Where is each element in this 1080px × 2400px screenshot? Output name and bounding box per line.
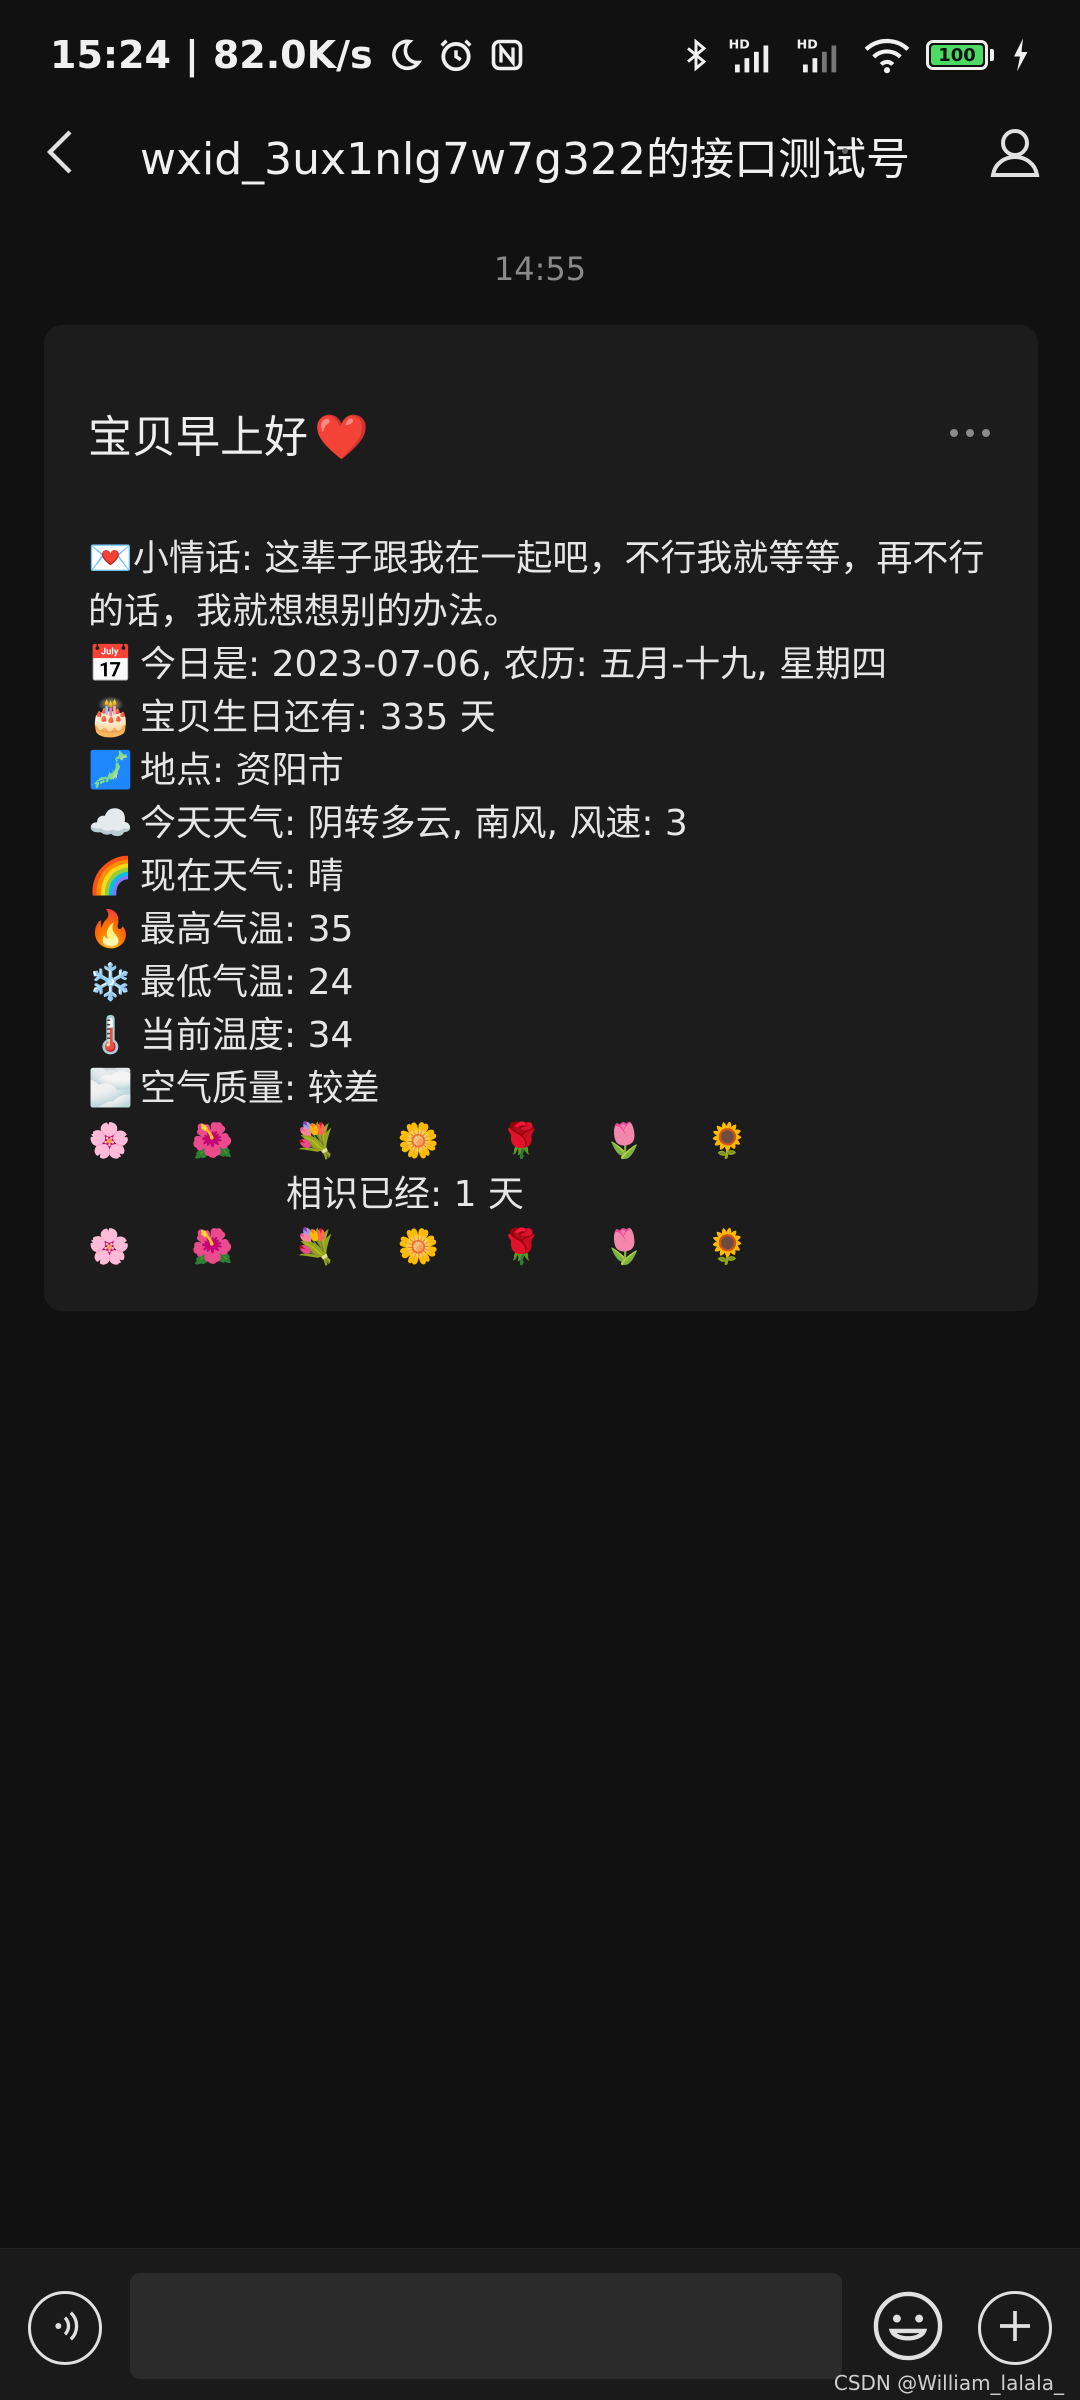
low-temp-line: ❄️ 最低气温: 24 <box>88 956 994 1009</box>
status-bar: 15:24 | 82.0K/s HD HD 100 <box>0 0 1080 110</box>
sunflower-emoji: 🌻 <box>706 1121 749 1161</box>
bouquet-emoji: 💐 <box>294 1227 337 1267</box>
card-body: 💌小情话: 这辈子跟我在一起吧，不行我就等等，再不行的话，我就想想别的办法。 📅… <box>88 532 994 1274</box>
more-options-button[interactable] <box>946 419 994 447</box>
map-emoji: 🗾 <box>88 750 133 791</box>
back-button[interactable] <box>30 124 90 184</box>
flower-row-top: 🌸 🌺 💐 🌼 🌹 🌷 🌻 <box>88 1115 994 1168</box>
snowflake-emoji: ❄️ <box>88 962 133 1003</box>
emoji-button[interactable] <box>871 2291 945 2365</box>
chat-screen: 15:24 | 82.0K/s HD HD 100 wxid_3ux1nlg7w… <box>0 0 1080 2400</box>
status-separator: | <box>184 33 199 77</box>
message-input[interactable] <box>130 2273 842 2379</box>
battery-icon: 100 <box>926 40 994 70</box>
bluetooth-icon <box>680 36 712 74</box>
cloud-emoji: ☁️ <box>88 803 133 844</box>
low-temp-text: 最低气温: 24 <box>140 962 354 1003</box>
chat-title: wxid_3ux1nlg7w7g322的接口测试号 <box>139 134 911 185</box>
fog-emoji: 🌫️ <box>88 1068 133 1109</box>
cake-emoji: 🎂 <box>88 697 133 738</box>
card-title-row: 宝贝早上好 ❤️ <box>88 400 994 465</box>
blossom-emoji: 🌼 <box>397 1121 440 1161</box>
signal-hd-icon: HD <box>796 36 848 74</box>
more-dots-icon <box>950 428 958 437</box>
card-title: 宝贝早上好 ❤️ <box>88 401 369 465</box>
charging-icon <box>1010 37 1030 73</box>
battery-level: 100 <box>931 45 983 66</box>
high-temp-line: 🔥 最高气温: 35 <box>88 903 994 956</box>
weather-now-text: 现在天气: 晴 <box>140 856 344 897</box>
location-text: 地点: 资阳市 <box>140 750 344 791</box>
message-timestamp: 14:55 <box>493 250 587 288</box>
alarm-icon <box>437 36 475 74</box>
watermark: CSDN @William_lalala_ <box>833 2371 1064 2395</box>
plus-icon <box>995 2306 1035 2350</box>
heart-emoji: ❤️ <box>314 411 369 463</box>
person-icon <box>987 123 1043 183</box>
tulip-emoji: 🌷 <box>603 1227 646 1267</box>
blossom-emoji: 🌼 <box>397 1227 440 1267</box>
love-words-text: 小情话: 这辈子跟我在一起吧，不行我就等等，再不行的话，我就想想别的办法。 <box>88 538 985 632</box>
sunflower-emoji: 🌻 <box>706 1227 749 1267</box>
weather-now-line: 🌈 现在天气: 晴 <box>88 850 994 903</box>
hibiscus-emoji: 🌺 <box>191 1227 234 1267</box>
voice-icon <box>45 2306 85 2350</box>
birthday-text: 宝贝生日还有: 335 天 <box>140 697 496 738</box>
input-bar: CSDN @William_lalala_ <box>0 2248 1080 2400</box>
tulip-emoji: 🌷 <box>603 1121 646 1161</box>
chevron-left-icon <box>43 127 77 181</box>
air-quality-line: 🌫️ 空气质量: 较差 <box>88 1062 994 1115</box>
cherry-blossom-emoji: 🌸 <box>88 1121 131 1161</box>
weather-today-text: 今天天气: 阴转多云, 南风, 风速: 3 <box>140 803 688 844</box>
current-temp-line: 🌡️ 当前温度: 34 <box>88 1009 994 1062</box>
profile-button[interactable] <box>980 118 1050 188</box>
svg-text:HD: HD <box>729 37 750 52</box>
birthday-line: 🎂 宝贝生日还有: 335 天 <box>88 691 994 744</box>
status-left: 15:24 | 82.0K/s <box>50 33 525 77</box>
air-quality-text: 空气质量: 较差 <box>140 1068 380 1109</box>
signal-hd-icon: HD <box>728 36 780 74</box>
emoji-icon <box>871 2289 945 2367</box>
current-temp-text: 当前温度: 34 <box>140 1015 354 1056</box>
rainbow-emoji: 🌈 <box>88 856 133 897</box>
together-days-text: 相识已经: 1 天 <box>286 1174 524 1215</box>
envelope-emoji: 💌 <box>88 538 133 579</box>
flower-row-bottom: 🌸 🌺 💐 🌼 🌹 🌷 🌻 <box>88 1221 994 1274</box>
wifi-icon <box>864 36 910 74</box>
template-message-card[interactable]: 宝贝早上好 ❤️ 💌小情话: 这辈子跟我在一起吧，不行我就等等，再不行的话，我就想… <box>44 325 1038 1311</box>
more-functions-button[interactable] <box>978 2291 1052 2365</box>
moon-icon <box>387 37 423 73</box>
date-line: 📅 今日是: 2023-07-06, 农历: 五月-十九, 星期四 <box>88 638 994 691</box>
hibiscus-emoji: 🌺 <box>191 1121 234 1161</box>
svg-text:HD: HD <box>797 37 818 52</box>
status-right: HD HD 100 <box>680 36 1030 74</box>
love-words-line: 💌小情话: 这辈子跟我在一起吧，不行我就等等，再不行的话，我就想想别的办法。 <box>88 532 994 638</box>
chat-header: wxid_3ux1nlg7w7g322的接口测试号 <box>0 110 1080 200</box>
weather-today-line: ☁️ 今天天气: 阴转多云, 南风, 风速: 3 <box>88 797 994 850</box>
card-title-text: 宝贝早上好 <box>88 411 308 463</box>
bouquet-emoji: 💐 <box>294 1121 337 1161</box>
voice-button[interactable] <box>28 2291 102 2365</box>
status-time: 15:24 <box>50 33 171 77</box>
title-indicator-dot <box>842 148 848 154</box>
rose-emoji: 🌹 <box>500 1227 543 1267</box>
date-text: 今日是: 2023-07-06, 农历: 五月-十九, 星期四 <box>140 644 888 685</box>
thermometer-emoji: 🌡️ <box>88 1015 133 1056</box>
status-net-speed: 82.0K/s <box>212 33 373 77</box>
cherry-blossom-emoji: 🌸 <box>88 1227 131 1267</box>
nfc-icon <box>489 37 525 73</box>
fire-emoji: 🔥 <box>88 909 133 950</box>
location-line: 🗾 地点: 资阳市 <box>88 744 994 797</box>
calendar-emoji: 📅 <box>88 644 133 685</box>
rose-emoji: 🌹 <box>500 1121 543 1161</box>
high-temp-text: 最高气温: 35 <box>140 909 354 950</box>
